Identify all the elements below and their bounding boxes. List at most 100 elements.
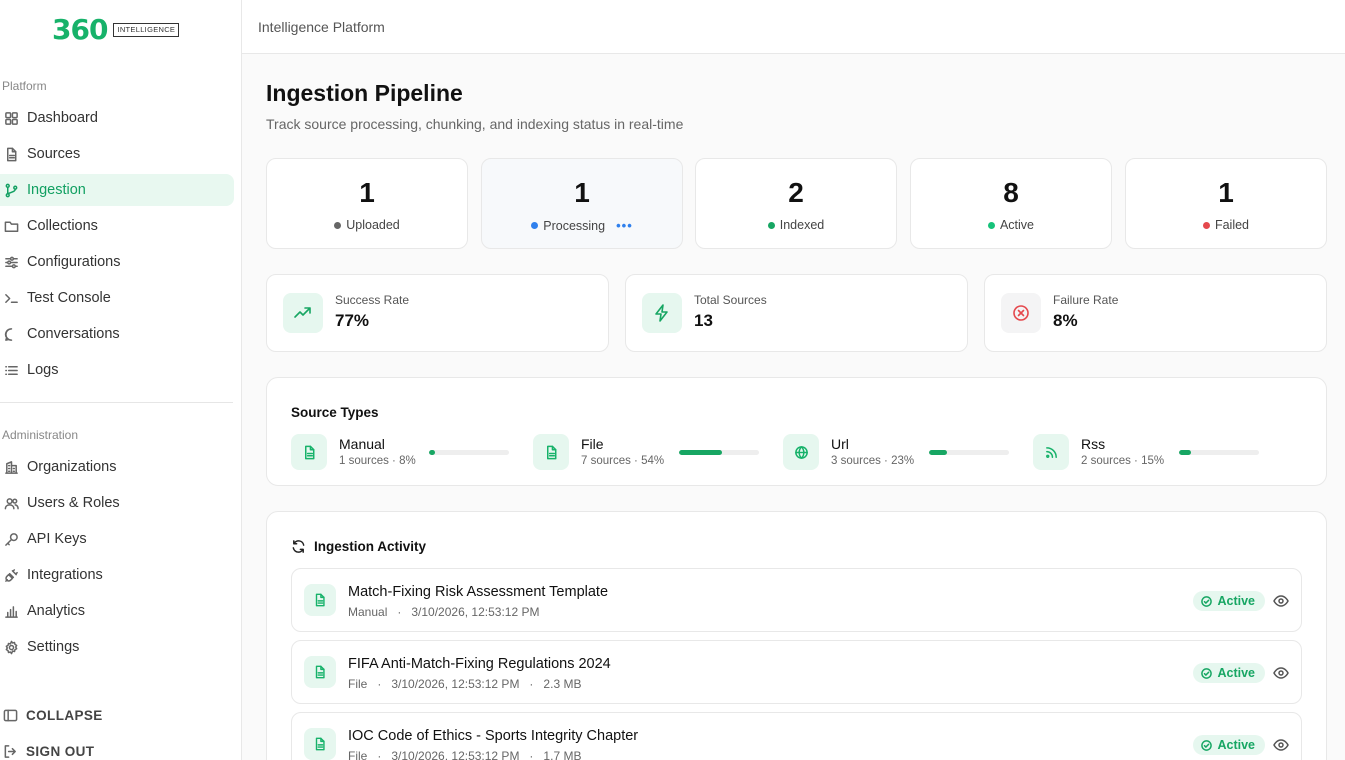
source-type-name: Url (831, 436, 849, 452)
activity-row[interactable]: IOC Code of Ethics - Sports Integrity Ch… (291, 712, 1302, 760)
message-icon (3, 326, 19, 342)
activity-row[interactable]: FIFA Anti-Match-Fixing Regulations 2024 … (291, 640, 1302, 704)
folder-icon (3, 218, 19, 234)
building-icon (3, 459, 19, 475)
view-icon[interactable] (1273, 665, 1289, 681)
metric-card-total-sources: Total Sources 13 (625, 274, 968, 352)
sidebar-item-logs[interactable]: Logs (0, 354, 234, 386)
stat-card-active: 8 Active (910, 158, 1112, 249)
file-icon (3, 146, 19, 162)
sliders-icon (3, 254, 19, 270)
key-icon (3, 531, 19, 547)
refresh-icon (292, 540, 305, 553)
bar-chart-icon (3, 603, 19, 619)
sidebar-item-label: Organizations (27, 459, 117, 475)
sidebar-item-users-roles[interactable]: Users & Roles (0, 487, 234, 519)
sidebar-item-api-keys[interactable]: API Keys (0, 523, 234, 555)
status-badge-label: Active (1217, 666, 1255, 680)
source-type-meta: 2 sources · 15% (1081, 455, 1165, 467)
collapse-label: COLLAPSE (26, 707, 103, 723)
sidebar: 360 INTELLIGENCE Platform Dashboard Sour… (0, 0, 242, 760)
sidebar-item-organizations[interactable]: Organizations (0, 451, 234, 483)
sidebar-item-settings[interactable]: Settings (0, 631, 234, 663)
rss-icon (1033, 434, 1069, 470)
topbar-title: Intelligence Platform (258, 18, 385, 35)
sidebar-item-test-console[interactable]: Test Console (0, 282, 234, 314)
panel-title: Source Types (291, 405, 379, 420)
stat-value: 8 (1003, 177, 1019, 208)
logo[interactable]: 360 INTELLIGENCE (52, 16, 180, 44)
stat-value: 2 (788, 177, 804, 208)
view-icon[interactable] (1273, 737, 1289, 753)
sidebar-collapse-icon (3, 709, 18, 721)
file-icon (304, 656, 336, 688)
progress-track (429, 450, 509, 455)
sidebar-item-label: Collections (27, 218, 98, 234)
check-circle-icon (1201, 667, 1213, 679)
sidebar-item-analytics[interactable]: Analytics (0, 595, 234, 627)
sidebar-item-label: Integrations (27, 567, 103, 583)
source-types-panel: Source Types Manual 1 sources · 8% File … (266, 377, 1327, 486)
sidebar-item-configurations[interactable]: Configurations (0, 246, 234, 278)
check-circle-icon (1201, 739, 1213, 751)
metric-card-success-rate: Success Rate 77% (266, 274, 609, 352)
source-type-meta: 1 sources · 8% (339, 455, 416, 467)
sign-out-label: SIGN OUT (26, 743, 95, 759)
file-icon (533, 434, 569, 470)
sidebar-item-label: Configurations (27, 254, 121, 270)
sidebar-item-sources[interactable]: Sources (0, 138, 234, 170)
sidebar-divider (0, 402, 233, 403)
file-icon (304, 584, 336, 616)
logo-tag: INTELLIGENCE (113, 23, 180, 37)
sidebar-item-label: Logs (27, 362, 59, 378)
activity-row-title: Match-Fixing Risk Assessment Template (348, 584, 609, 600)
sidebar-item-label: Dashboard (27, 110, 98, 126)
sidebar-item-label: API Keys (27, 531, 87, 547)
gear-icon (3, 639, 19, 655)
activity-row-meta: Manual · 3/10/2026, 12:53:12 PM (348, 605, 540, 619)
status-dot (767, 221, 775, 229)
stat-label: Processing (543, 218, 606, 233)
status-badge: Active (1193, 735, 1265, 755)
view-icon[interactable] (1273, 593, 1289, 609)
sidebar-item-label: Users & Roles (27, 495, 120, 511)
topbar: Intelligence Platform (242, 0, 1345, 54)
sidebar-item-collections[interactable]: Collections (0, 210, 234, 242)
progress-track (679, 450, 759, 455)
stat-card-uploaded: 1 Uploaded (266, 158, 468, 249)
stat-label: Failed (1214, 218, 1250, 232)
status-dot (987, 221, 995, 229)
progress-fill (929, 450, 948, 455)
nav-section-administration: Administration (2, 428, 79, 442)
sidebar-item-integrations[interactable]: Integrations (0, 559, 234, 591)
status-dot (1202, 221, 1210, 229)
sidebar-item-conversations[interactable]: Conversations (0, 318, 234, 350)
metric-value: 8% (1053, 311, 1078, 330)
stat-label: Uploaded (346, 218, 400, 232)
page-title: Ingestion Pipeline (266, 80, 463, 106)
status-badge: Active (1193, 591, 1265, 611)
status-badge: Active (1193, 663, 1265, 683)
sidebar-item-dashboard[interactable]: Dashboard (0, 102, 234, 134)
activity-row[interactable]: Match-Fixing Risk Assessment Template Ma… (291, 568, 1302, 632)
plug-icon (3, 567, 19, 583)
sidebar-item-label: Test Console (27, 290, 111, 306)
source-types-title: Source Types (291, 405, 379, 420)
panel-title: Ingestion Activity (291, 539, 426, 554)
check-circle-icon (1201, 595, 1213, 607)
trending-up-icon (283, 293, 323, 333)
sidebar-item-label: Conversations (27, 326, 120, 342)
stat-value: 1 (574, 177, 590, 208)
sign-out-button[interactable]: SIGN OUT (0, 737, 94, 760)
metric-label: Success Rate (335, 293, 410, 307)
sidebar-item-ingestion[interactable]: Ingestion (0, 174, 234, 206)
activity-title: Ingestion Activity (314, 539, 427, 554)
stat-value: 1 (359, 177, 375, 208)
source-type-meta: 3 sources · 23% (831, 455, 915, 467)
terminal-icon (3, 290, 19, 306)
metric-label: Total Sources (694, 293, 767, 307)
stat-label: Active (999, 218, 1035, 232)
zap-icon (642, 293, 682, 333)
collapse-button[interactable]: COLLAPSE (0, 701, 103, 729)
progress-track (1179, 450, 1259, 455)
